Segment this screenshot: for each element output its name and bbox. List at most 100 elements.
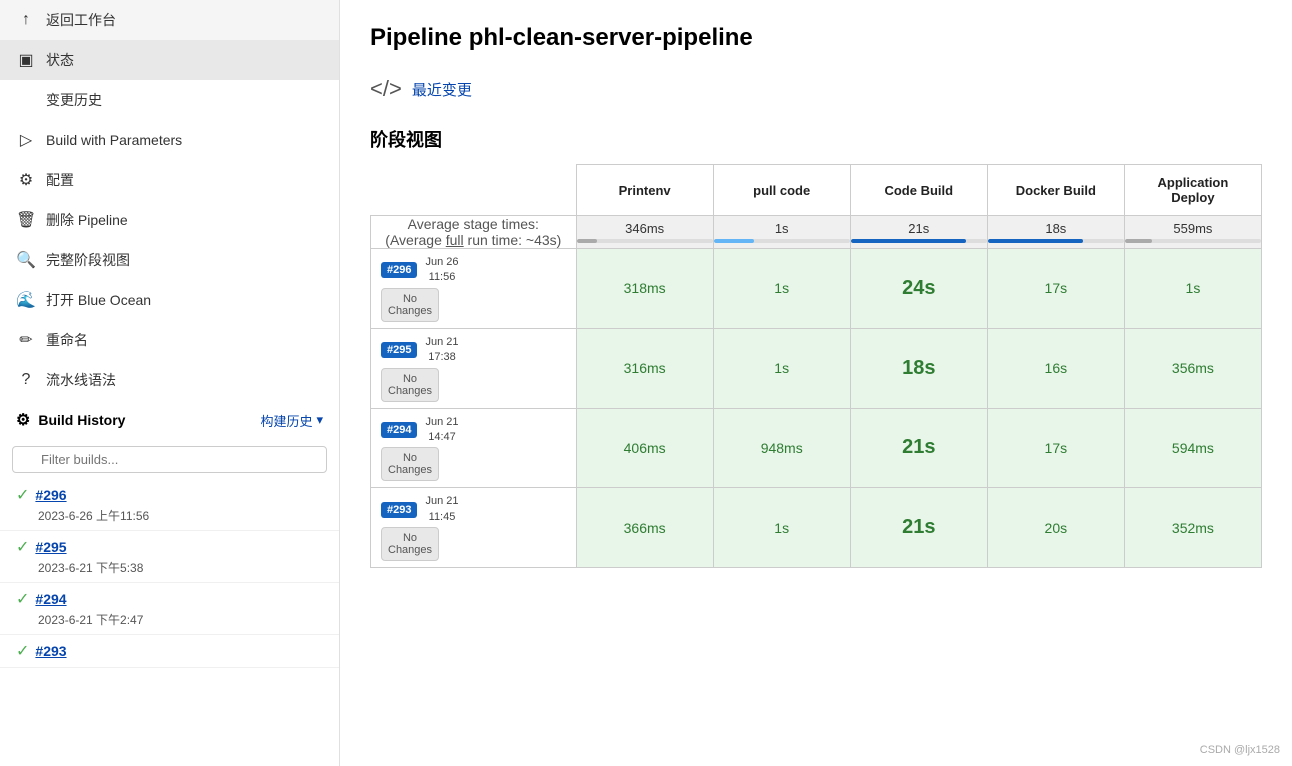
no-changes-btn-2[interactable]: NoChanges [381, 447, 439, 481]
build-date-3: Jun 2111:45 [425, 494, 458, 525]
no-changes-btn-0[interactable]: NoChanges [381, 288, 439, 322]
build-item-title: ✓ #294 [16, 589, 323, 609]
build-num-badge-0[interactable]: #296 [381, 262, 417, 278]
build-history-cn-label: 构建历史 [260, 411, 312, 430]
sidebar-item-back[interactable]: ↑返回工作台 [0, 0, 339, 40]
main-content: Pipeline phl-clean-server-pipeline </> 最… [340, 0, 1292, 766]
rename-icon: ✏ [16, 330, 36, 350]
build-list: ✓ #296 2023-6-26 上午11:56 ✓ #295 2023-6-2… [0, 479, 339, 668]
filter-builds-input[interactable] [12, 446, 327, 473]
build-num-badge-1[interactable]: #295 [381, 342, 417, 358]
stage-cell-r2-s1[interactable]: 948ms [713, 408, 850, 488]
sidebar-item-rename[interactable]: ✏重命名 [0, 320, 339, 360]
stage-value-r3-s4: 352ms [1172, 520, 1214, 536]
stage-cell-r1-s3[interactable]: 16s [987, 328, 1124, 408]
sidebar-item-blue_ocean[interactable]: 🌊打开 Blue Ocean [0, 280, 339, 320]
build-history-label: Build History [38, 412, 125, 428]
build-list-item: ✓ #293 [0, 635, 339, 668]
code-icon: </> [370, 76, 402, 102]
sidebar-item-pipeline_syntax[interactable]: ?流水线语法 [0, 360, 339, 400]
stage-cell-r2-s0[interactable]: 406ms [576, 408, 713, 488]
build-number-link[interactable]: #296 [35, 487, 66, 503]
build-num-badge-2[interactable]: #294 [381, 422, 417, 438]
stage-value-r1-s1: 1s [774, 360, 789, 376]
sidebar-item-full_stage[interactable]: 🔍完整阶段视图 [0, 240, 339, 280]
sidebar-item-delete[interactable]: 🗑 删除 Pipeline [0, 200, 339, 240]
build-date-1: Jun 2117:38 [425, 335, 458, 366]
stage-value-r0-s3: 17s [1045, 280, 1068, 296]
stage-cell-r3-s2[interactable]: 21s [850, 488, 987, 568]
delete-icon: 🗑 [16, 210, 36, 230]
sidebar-item-changes[interactable]: 变更历史 [0, 80, 339, 120]
build-item-title: ✓ #293 [16, 641, 323, 661]
stage-value-r2-s1: 948ms [761, 440, 803, 456]
stage-cell-r3-s0[interactable]: 366ms [576, 488, 713, 568]
stage-cell-r3-s3[interactable]: 20s [987, 488, 1124, 568]
recent-changes-link[interactable]: 最近变更 [412, 79, 472, 100]
sidebar-label-status: 状态 [46, 50, 74, 70]
avg-time-value-0: 346ms [577, 221, 713, 236]
row-label-inner-3: #293 Jun 2111:45 NoChanges [371, 488, 576, 567]
sidebar-label-delete: 删除 Pipeline [46, 210, 128, 230]
build-success-icon: ✓ [16, 641, 29, 661]
row-label-td-2: #294 Jun 2114:47 NoChanges [371, 408, 577, 488]
sidebar-item-config[interactable]: ⚙配置 [0, 160, 339, 200]
stage-value-r2-s3: 17s [1045, 440, 1068, 456]
stage-cell-r2-s2[interactable]: 21s [850, 408, 987, 488]
sidebar-label-full_stage: 完整阶段视图 [46, 250, 130, 270]
stage-value-large-r2-s2: 21s [902, 436, 935, 458]
avg-label-line1: Average stage times: [408, 216, 539, 232]
build-number-link[interactable]: #293 [35, 643, 66, 659]
row-label-td-3: #293 Jun 2111:45 NoChanges [371, 488, 577, 568]
no-changes-btn-3[interactable]: NoChanges [381, 527, 439, 561]
stage-cell-r0-s2[interactable]: 24s [850, 249, 987, 329]
stage-table: Printenvpull codeCode BuildDocker BuildA… [370, 164, 1262, 568]
build-item-date: 2023-6-21 下午2:47 [16, 611, 323, 628]
stage-cell-r1-s1[interactable]: 1s [713, 328, 850, 408]
avg-stage-cell-1: 1s [713, 216, 850, 249]
stage-cell-r0-s3[interactable]: 17s [987, 249, 1124, 329]
stage-cell-r1-s2[interactable]: 18s [850, 328, 987, 408]
stage-cell-r1-s4[interactable]: 356ms [1124, 328, 1261, 408]
pipeline_syntax-icon: ? [16, 371, 36, 389]
stage-cell-r2-s3[interactable]: 17s [987, 408, 1124, 488]
build_params-icon: ▷ [16, 130, 36, 150]
avg-time-value-4: 559ms [1125, 221, 1261, 236]
chevron-down-icon: ▾ [316, 412, 323, 428]
stage-cell-r3-s4[interactable]: 352ms [1124, 488, 1261, 568]
stage-cell-r0-s0[interactable]: 318ms [576, 249, 713, 329]
avg-stage-cell-4: 559ms [1124, 216, 1261, 249]
sidebar-label-config: 配置 [46, 170, 74, 190]
build-list-item: ✓ #296 2023-6-26 上午11:56 [0, 479, 339, 531]
sidebar-label-blue_ocean: 打开 Blue Ocean [46, 290, 151, 310]
build-date-2: Jun 2114:47 [425, 415, 458, 446]
build-number-link[interactable]: #295 [35, 539, 66, 555]
sidebar-item-status[interactable]: ▣状态 [0, 40, 339, 80]
progress-bar-0 [577, 239, 597, 243]
stage-cell-r0-s4[interactable]: 1s [1124, 249, 1261, 329]
sidebar-item-build_params[interactable]: ▷Build with Parameters [0, 120, 339, 160]
stage-cell-r3-s1[interactable]: 1s [713, 488, 850, 568]
stage-value-r0-s1: 1s [774, 280, 789, 296]
stage-cell-r1-s0[interactable]: 316ms [576, 328, 713, 408]
row-label-top-3: #293 Jun 2111:45 [381, 494, 459, 525]
build-list-item: ✓ #294 2023-6-21 下午2:47 [0, 583, 339, 635]
progress-bar-wrap-0 [577, 239, 713, 243]
progress-bar-4 [1125, 239, 1152, 243]
stage-header-4: ApplicationDeploy [1124, 165, 1261, 216]
stage-cell-r0-s1[interactable]: 1s [713, 249, 850, 329]
progress-bar-1 [714, 239, 755, 243]
stage-view-title: 阶段视图 [370, 126, 1262, 152]
build-item-date: 2023-6-26 上午11:56 [16, 507, 323, 524]
build-number-link[interactable]: #294 [35, 591, 66, 607]
avg-label-line2: (Average full run time: ~43s) [385, 232, 561, 248]
stage-cell-r2-s4[interactable]: 594ms [1124, 408, 1261, 488]
avg-time-value-3: 18s [988, 221, 1124, 236]
build-num-badge-3[interactable]: #293 [381, 502, 417, 518]
no-changes-btn-1[interactable]: NoChanges [381, 368, 439, 402]
stage-value-r2-s4: 594ms [1172, 440, 1214, 456]
stage-value-r3-s0: 366ms [624, 520, 666, 536]
stage-value-large-r0-s2: 24s [902, 277, 935, 299]
build-history-cn-link[interactable]: 构建历史 ▾ [260, 411, 323, 430]
stage-header-3: Docker Build [987, 165, 1124, 216]
